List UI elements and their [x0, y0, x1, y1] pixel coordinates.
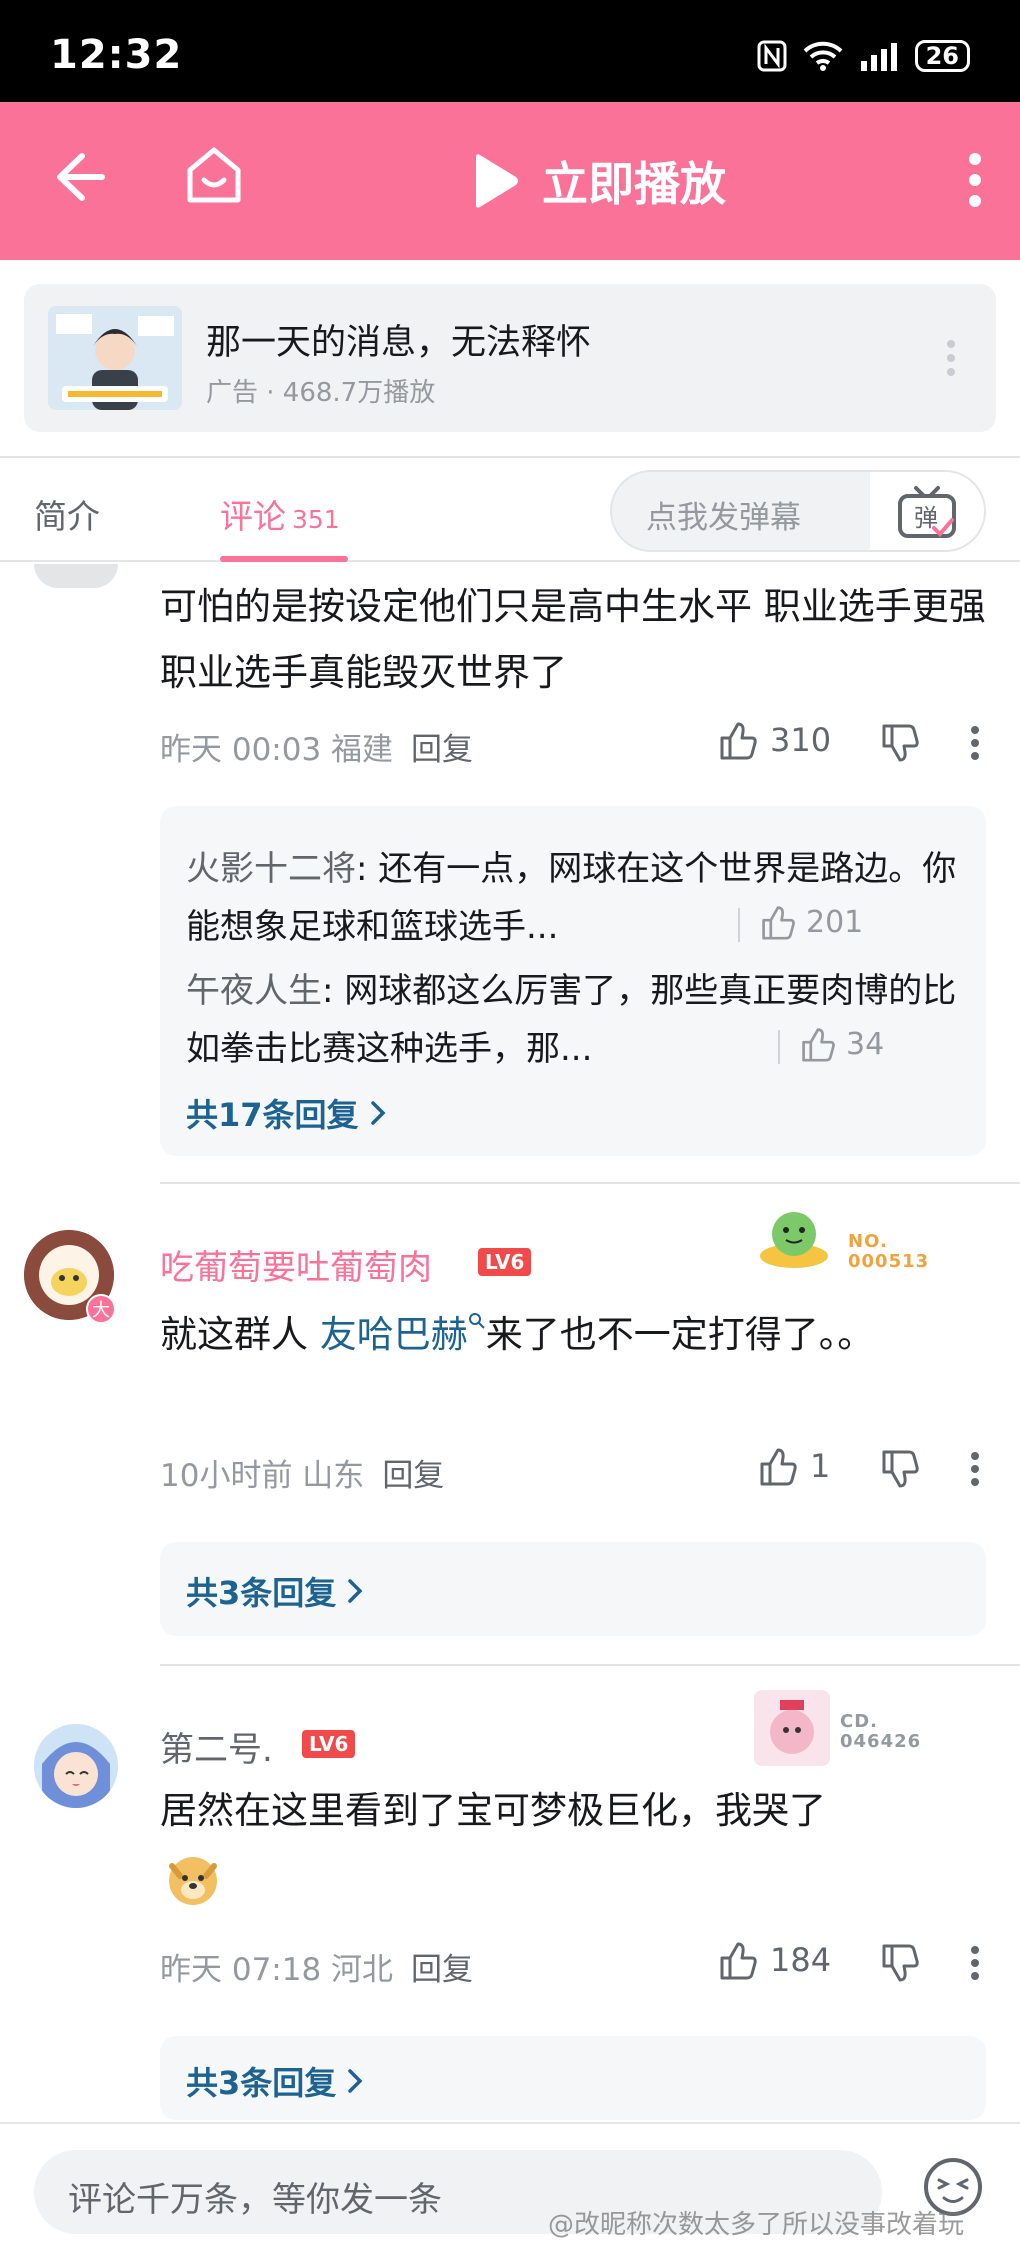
- comment-text-part: 来了也不一定打得了。。: [485, 1313, 875, 1356]
- tab-comments-label: 评论: [220, 497, 286, 536]
- reply-button[interactable]: 回复: [411, 1952, 473, 1988]
- clock: 12:32: [50, 32, 183, 78]
- reply-button[interactable]: 回复: [411, 732, 473, 768]
- more-options-icon[interactable]: [968, 152, 982, 208]
- comment-text-part: 就这群人: [160, 1313, 320, 1356]
- reply-like[interactable]: 201: [760, 904, 863, 940]
- danmu-tv-icon: 弹: [898, 486, 956, 538]
- thumb-up-icon: [802, 1028, 835, 1062]
- comment-more-icon[interactable]: [970, 1452, 980, 1486]
- danmu-toggle-button[interactable]: 弹: [870, 472, 984, 550]
- divider: [160, 1182, 1020, 1184]
- reply-button[interactable]: 回复: [382, 1458, 444, 1494]
- play-icon: [476, 154, 518, 208]
- comment-meta: 昨天 00:03 福建 回复: [160, 724, 473, 769]
- watermark: @改昵称次数太多了所以没事改着玩: [548, 2210, 965, 2240]
- home-icon[interactable]: [184, 144, 244, 206]
- search-link[interactable]: 友哈巴赫: [320, 1313, 486, 1356]
- status-bar: 12:32 26: [0, 0, 1020, 102]
- reply-like-count: 34: [846, 1026, 885, 1062]
- comment-more-icon[interactable]: [970, 1946, 980, 1980]
- comment-time-location: 昨天 00:03 福建: [160, 732, 394, 768]
- like-button[interactable]: 310: [718, 720, 831, 760]
- fan-badge-frog-icon: [760, 1212, 828, 1268]
- view-all-replies-label: 共3条回复: [186, 2064, 337, 2102]
- view-all-replies-label: 共3条回复: [186, 1574, 337, 1612]
- view-all-replies-link[interactable]: 共3条回复: [186, 2058, 364, 2104]
- comment-username[interactable]: 第二号.: [160, 1722, 273, 1771]
- chevron-right-icon: [348, 1579, 363, 1603]
- danmu-input[interactable]: 点我发弹幕 弹: [610, 470, 986, 552]
- thumb-down-icon[interactable]: [880, 1450, 920, 1490]
- level-badge: LV6: [478, 1248, 532, 1276]
- reply-user[interactable]: 火影十二将: [186, 849, 356, 889]
- chevron-right-icon: [370, 1101, 386, 1125]
- like-count: 1: [810, 1447, 831, 1485]
- comment-time-location: 10小时前 山东: [160, 1458, 365, 1494]
- like-count: 184: [770, 1941, 832, 1979]
- reply-preview-box[interactable]: 共3条回复: [160, 1542, 986, 1636]
- thumb-up-icon: [760, 1448, 797, 1486]
- nfc-icon: [757, 40, 787, 72]
- active-tab-indicator: [220, 556, 348, 562]
- fan-badge-number: CD. 046426: [840, 1711, 922, 1752]
- thumb-down-icon[interactable]: [880, 724, 920, 764]
- comment-username[interactable]: 吃葡萄要吐葡萄肉: [160, 1240, 432, 1289]
- search-link-label: 友哈巴赫: [319, 1313, 468, 1356]
- danmu-placeholder: 点我发弹幕: [646, 500, 801, 536]
- ad-more-icon[interactable]: [946, 340, 956, 376]
- comment-input-placeholder: 评论千万条，等你发一条: [68, 2180, 442, 2220]
- divider: [778, 1030, 780, 1064]
- reply-preview-box[interactable]: 火影十二将: 还有一点，网球在这个世界是路边。你能想象足球和篮球选手... 20…: [160, 806, 986, 1156]
- level-badge: LV6: [302, 1730, 356, 1758]
- back-arrow-icon[interactable]: [52, 150, 106, 204]
- reply-user[interactable]: 午夜人生: [186, 971, 322, 1011]
- comment-meta: 昨天 07:18 河北 回复: [160, 1944, 473, 1989]
- avatar[interactable]: [34, 1724, 118, 1808]
- like-button[interactable]: 184: [718, 1940, 831, 1980]
- signal-icon: [860, 43, 897, 71]
- thumb-up-icon: [762, 906, 795, 940]
- search-icon: [468, 1313, 485, 1329]
- thumb-up-icon: [720, 722, 757, 760]
- avatar[interactable]: [34, 564, 118, 588]
- divider: [738, 908, 740, 942]
- play-now-button[interactable]: 立即播放: [470, 148, 726, 214]
- battery-indicator: 26: [914, 40, 970, 72]
- like-button[interactable]: 1: [758, 1446, 830, 1486]
- ad-thumbnail: [48, 306, 182, 410]
- ad-card[interactable]: 那一天的消息，无法释怀 广告 · 468.7万播放: [24, 284, 996, 432]
- reply-preview-box[interactable]: 共3条回复: [160, 2036, 986, 2120]
- top-bar: 立即播放: [0, 102, 1020, 260]
- status-icons: 26: [757, 40, 970, 72]
- comment-text: 可怕的是按设定他们只是高中生水平 职业选手更强 职业选手真能毁灭世界了: [160, 585, 986, 694]
- view-all-replies-link[interactable]: 共17条回复: [186, 1090, 387, 1136]
- fan-badge-number: NO. 000513: [848, 1231, 930, 1272]
- reply-like[interactable]: 34: [800, 1026, 884, 1062]
- ad-subtitle: 广告 · 468.7万播放: [206, 378, 436, 408]
- comment-text: 就这群人 友哈巴赫 来了也不一定打得了。。: [160, 1302, 990, 1368]
- comment-time-location: 昨天 07:18 河北: [160, 1952, 394, 1988]
- ad-title: 那一天的消息，无法释怀: [206, 323, 592, 363]
- chevron-right-icon: [348, 2069, 363, 2093]
- doge-emoji-icon: [169, 1857, 217, 1905]
- comment-more-icon[interactable]: [970, 726, 980, 760]
- comment-count: 351: [292, 505, 340, 534]
- fan-badge-character-icon: [754, 1690, 830, 1766]
- play-now-label: 立即播放: [542, 157, 726, 211]
- like-count: 310: [770, 721, 832, 759]
- avatar-tag: 大: [86, 1294, 116, 1324]
- view-all-replies-link[interactable]: 共3条回复: [186, 1568, 364, 1614]
- tab-intro[interactable]: 简介: [34, 490, 100, 538]
- tab-comments[interactable]: 评论 351: [220, 490, 340, 538]
- comment-meta: 10小时前 山东 回复: [160, 1450, 444, 1495]
- view-all-replies-label: 共17条回复: [186, 1096, 359, 1134]
- thumb-down-icon[interactable]: [880, 1944, 920, 1984]
- comment-text: 居然在这里看到了宝可梦极巨化，我哭了: [160, 1789, 826, 1832]
- reply-like-count: 201: [806, 904, 864, 940]
- wifi-icon: [803, 41, 842, 71]
- thumb-up-icon: [720, 1942, 757, 1980]
- tab-bar: 简介 评论 351 点我发弹幕 弹: [0, 456, 1020, 562]
- divider: [160, 1664, 1020, 1666]
